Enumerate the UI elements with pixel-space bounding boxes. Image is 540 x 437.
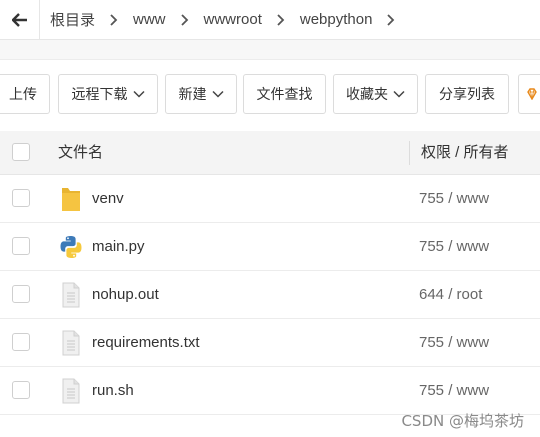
table-row[interactable]: requirements.txt 755 / www [0,319,540,367]
back-button[interactable] [0,0,40,39]
chevron-down-icon [132,90,145,98]
breadcrumb: 根目录 www wwwroot webpython [40,0,400,39]
column-header-filename[interactable]: 文件名 [58,131,103,174]
file-icon [62,330,80,356]
favorites-label: 收藏夹 [346,86,388,102]
upload-label: 上传 [9,86,37,102]
breadcrumb-item-www[interactable]: www [123,11,176,28]
remote-download-button[interactable]: 远程下载 [58,74,158,114]
file-name[interactable]: nohup.out [92,271,159,318]
more-tools-button[interactable] [518,74,540,114]
chevron-right-icon [176,13,194,27]
table-row[interactable]: venv 755 / www [0,175,540,223]
chevron-right-icon [272,13,290,27]
table-row[interactable]: main.py 755 / www [0,223,540,271]
share-list-button[interactable]: 分享列表 [425,74,509,114]
watermark: CSDN @梅坞茶坊 [401,412,524,430]
chevron-right-icon [105,13,123,27]
file-permission[interactable]: 644 / root [419,271,482,318]
table-row[interactable]: run.sh 755 / www [0,367,540,415]
folder-icon [62,188,80,211]
python-file-icon [60,236,82,258]
file-permission[interactable]: 755 / www [419,223,489,270]
column-header-permission[interactable]: 权限 / 所有者 [421,131,509,174]
breadcrumb-bar: 根目录 www wwwroot webpython [0,0,540,40]
breadcrumb-item-webpython[interactable]: webpython [290,11,383,28]
row-checkbox[interactable] [12,189,30,207]
file-name[interactable]: main.py [92,223,145,270]
file-table-header: 文件名 权限 / 所有者 [0,131,540,175]
row-checkbox[interactable] [12,333,30,351]
row-checkbox[interactable] [12,237,30,255]
file-permission[interactable]: 755 / www [419,175,489,222]
file-icon [62,282,80,308]
upload-button[interactable]: 上传 [0,74,50,114]
breadcrumb-item-root[interactable]: 根目录 [40,9,105,30]
row-checkbox[interactable] [12,381,30,399]
chevron-right-icon [382,13,400,27]
remote-download-label: 远程下载 [71,86,128,102]
chevron-down-icon [393,90,405,98]
file-name[interactable]: venv [92,175,124,222]
toolbar-spacer [0,40,540,60]
file-icon [62,378,80,404]
diamond-icon [527,88,537,100]
file-name[interactable]: run.sh [92,367,134,414]
file-name[interactable]: requirements.txt [92,319,200,366]
file-search-button[interactable]: 文件查找 [243,74,326,114]
favorites-button[interactable]: 收藏夹 [333,74,418,114]
table-row[interactable]: nohup.out 644 / root [0,271,540,319]
row-checkbox[interactable] [12,285,30,303]
file-permission[interactable]: 755 / www [419,367,489,414]
select-all-checkbox[interactable] [12,143,30,161]
share-list-label: 分享列表 [439,86,495,102]
toolbar: 上传 远程下载 新建 文件查找 收藏夹 分享列表 [0,74,540,116]
arrow-left-icon [11,12,27,27]
file-permission[interactable]: 755 / www [419,319,489,366]
chevron-down-icon [211,90,224,98]
new-label: 新建 [178,86,207,102]
column-divider [409,141,410,165]
new-button[interactable]: 新建 [165,74,237,114]
breadcrumb-item-wwwroot[interactable]: wwwroot [194,11,272,28]
file-search-label: 文件查找 [256,86,313,102]
